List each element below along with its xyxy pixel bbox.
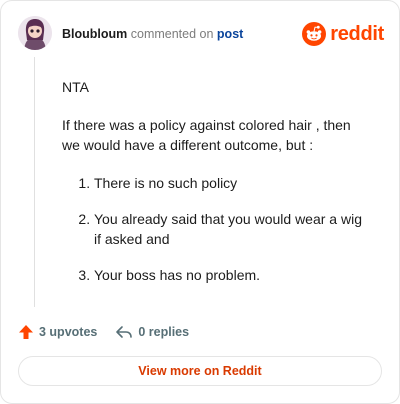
reply-button[interactable]: 0 replies — [115, 324, 189, 340]
action-text: commented on — [130, 27, 214, 41]
list-item: There is no such policy — [94, 173, 372, 193]
reply-arrow-icon — [116, 326, 133, 338]
comment-actions: 3 upvotes 0 replies — [18, 322, 207, 342]
view-more-button[interactable]: View more on Reddit — [18, 356, 382, 386]
comment-paragraph: If there was a policy against colored ha… — [62, 117, 351, 153]
comment-header: Bloubloum commented on post reddit — [18, 16, 384, 52]
brand-wordmark: reddit — [330, 22, 384, 45]
comment-paragraph: NTA — [62, 79, 89, 95]
reddit-brand[interactable]: reddit — [302, 21, 384, 47]
reply-count: 0 replies — [138, 325, 190, 339]
comment-list: There is no such policy You already said… — [62, 173, 372, 285]
thread-line — [34, 57, 35, 307]
list-item: You already said that you would wear a w… — [94, 209, 372, 249]
byline: Bloubloum commented on post — [62, 26, 243, 42]
reddit-logo-icon — [302, 22, 327, 46]
upvote-button[interactable]: 3 upvotes — [18, 324, 97, 340]
post-link[interactable]: post — [217, 27, 243, 41]
author-name[interactable]: Bloubloum — [62, 27, 127, 41]
comment-embed-card: Bloubloum commented on post reddit NTA I… — [0, 0, 400, 404]
list-item: Your boss has no problem. — [94, 265, 372, 285]
avatar[interactable] — [18, 16, 52, 50]
upvote-arrow-icon — [19, 325, 33, 339]
comment-body: NTA If there was a policy against colore… — [62, 77, 372, 301]
upvote-count: 3 upvotes — [39, 325, 98, 339]
